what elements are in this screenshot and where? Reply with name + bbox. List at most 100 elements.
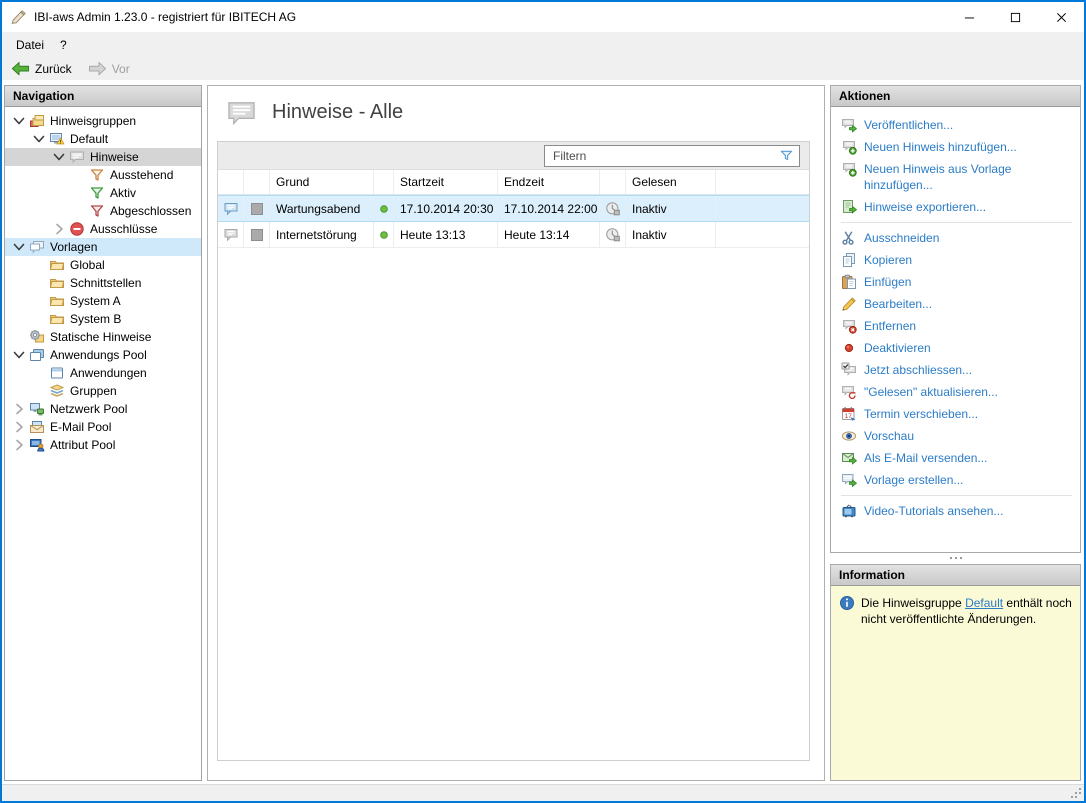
sidebar-item-label: Hinweise	[90, 150, 139, 164]
tv-icon	[841, 503, 857, 519]
action-label: Neuen Hinweis aus Vorlage hinzufügen...	[864, 161, 1072, 193]
chevron-right-icon[interactable]	[11, 401, 27, 417]
chevron-spacer	[31, 311, 47, 327]
sidebar-item-hinweise[interactable]: Hinweise	[5, 148, 201, 166]
cell-endzeit: 17.10.2014 22:00	[498, 196, 600, 221]
navigation-tree: HinweisgruppenDefaultHinweiseAusstehendA…	[5, 107, 201, 454]
navigation-panel: Navigation HinweisgruppenDefaultHinweise…	[4, 85, 202, 781]
sidebar-item-anwendungs-pool[interactable]: Anwendungs Pool	[5, 346, 201, 364]
action-label: Veröffentlichen...	[864, 117, 953, 133]
sidebar-item-gruppen[interactable]: Gruppen	[5, 382, 201, 400]
chevron-down-icon[interactable]	[51, 149, 67, 165]
menu-item-help[interactable]: ?	[52, 35, 75, 55]
back-button[interactable]: Zurück	[7, 60, 76, 77]
calendar-red-icon: 17	[841, 406, 857, 422]
forward-button[interactable]: Vor	[84, 60, 134, 77]
sidebar-item-label: System A	[70, 294, 121, 308]
cell-start-state	[374, 222, 394, 247]
chevron-right-icon[interactable]	[11, 437, 27, 453]
resize-grip[interactable]	[1069, 786, 1081, 798]
action-label: Jetzt abschliessen...	[864, 362, 972, 378]
action-entfernen[interactable]: Entfernen	[837, 315, 1076, 337]
table-row-internetstörung[interactable]: InternetstörungHeute 13:13Heute 13:14Ina…	[218, 222, 809, 248]
chevron-right-icon[interactable]	[51, 221, 67, 237]
action-hinweise-exportieren[interactable]: Hinweise exportieren...	[837, 196, 1076, 218]
action-vorschau[interactable]: Vorschau	[837, 425, 1076, 447]
chevron-spacer	[31, 383, 47, 399]
information-header: Information	[831, 565, 1080, 586]
menu-item-datei[interactable]: Datei	[8, 35, 52, 55]
panel-splitter[interactable]	[830, 554, 1081, 562]
funnel-green-icon	[89, 185, 105, 201]
information-text-before: Die Hinweisgruppe	[861, 596, 965, 610]
information-body: Die Hinweisgruppe Default enthält noch n…	[831, 586, 1080, 627]
folder-icon	[49, 257, 65, 273]
sidebar-item-abgeschlossen[interactable]: Abgeschlossen	[5, 202, 201, 220]
chevron-down-icon[interactable]	[31, 131, 47, 147]
sidebar-item-ausstehend[interactable]: Ausstehend	[5, 166, 201, 184]
action-kopieren[interactable]: Kopieren	[837, 249, 1076, 271]
table-row-wartungsabend[interactable]: Wartungsabend17.10.2014 20:3017.10.2014 …	[218, 195, 809, 222]
bubble-check-icon	[841, 362, 857, 378]
hint-list-region: Grund Startzeit Endzeit Gelesen Wartungs…	[217, 141, 810, 761]
col-status	[244, 170, 270, 194]
sidebar-item-anwendungen[interactable]: Anwendungen	[5, 364, 201, 382]
sidebar-item-label: Schnittstellen	[70, 276, 141, 290]
sidebar-item-label: Statische Hinweise	[50, 330, 151, 344]
sidebar-item-default[interactable]: Default	[5, 130, 201, 148]
actions-panel: Aktionen Veröffentlichen...Neuen Hinweis…	[830, 85, 1081, 553]
action-video-tutorials-ansehen[interactable]: Video-Tutorials ansehen...	[837, 500, 1076, 522]
action-veröffentlichen[interactable]: Veröffentlichen...	[837, 114, 1076, 136]
action-deaktivieren[interactable]: Deaktivieren	[837, 337, 1076, 359]
sidebar-item-system-b[interactable]: System B	[5, 310, 201, 328]
chevron-right-icon[interactable]	[11, 419, 27, 435]
col-endzeit[interactable]: Endzeit	[498, 170, 600, 194]
cell-status-square	[244, 222, 270, 247]
page-title: Hinweise - Alle	[272, 101, 403, 124]
default-group-link[interactable]: Default	[965, 596, 1003, 610]
sidebar-item-e-mail-pool[interactable]: E-Mail Pool	[5, 418, 201, 436]
action-ausschneiden[interactable]: Ausschneiden	[837, 227, 1076, 249]
back-arrow-icon	[11, 61, 30, 76]
chevron-down-icon[interactable]	[11, 347, 27, 363]
action-bearbeiten[interactable]: Bearbeiten...	[837, 293, 1076, 315]
action-jetzt-abschliessen[interactable]: Jetzt abschliessen...	[837, 359, 1076, 381]
sidebar-item-label: Abgeschlossen	[110, 204, 191, 218]
cell-gelesen: Inaktiv	[626, 196, 716, 221]
sidebar-item-schnittstellen[interactable]: Schnittstellen	[5, 274, 201, 292]
action-neuen-hinweis-hinzufügen[interactable]: Neuen Hinweis hinzufügen...	[837, 136, 1076, 158]
col-grund[interactable]: Grund	[270, 170, 374, 194]
sidebar-item-label: Attribut Pool	[50, 438, 115, 452]
sidebar-item-system-a[interactable]: System A	[5, 292, 201, 310]
paste-icon	[841, 274, 857, 290]
close-button[interactable]	[1038, 2, 1084, 32]
chevron-spacer	[71, 203, 87, 219]
sidebar-item-ausschlüsse[interactable]: Ausschlüsse	[5, 220, 201, 238]
chevron-down-icon[interactable]	[11, 113, 27, 129]
action-vorlage-erstellen[interactable]: Vorlage erstellen...	[837, 469, 1076, 491]
sidebar-item-netzwerk-pool[interactable]: Netzwerk Pool	[5, 400, 201, 418]
filter-input[interactable]	[547, 148, 779, 164]
menu-bar: Datei?	[2, 32, 1084, 57]
sidebar-item-label: Anwendungen	[70, 366, 147, 380]
sidebar-item-label: Netzwerk Pool	[50, 402, 127, 416]
action-einfügen[interactable]: Einfügen	[837, 271, 1076, 293]
sidebar-item-attribut-pool[interactable]: Attribut Pool	[5, 436, 201, 454]
sidebar-item-vorlagen[interactable]: Vorlagen	[5, 238, 201, 256]
maximize-button[interactable]	[992, 2, 1038, 32]
action-termin-verschieben[interactable]: 17Termin verschieben...	[837, 403, 1076, 425]
chevron-spacer	[71, 167, 87, 183]
content-area: Navigation HinweisgruppenDefaultHinweise…	[2, 80, 1084, 784]
filter-funnel-icon[interactable]	[779, 148, 794, 163]
sidebar-item-statische-hinweise[interactable]: Statische Hinweise	[5, 328, 201, 346]
action-neuen-hinweis-aus-vorlage-hinzufügen[interactable]: Neuen Hinweis aus Vorlage hinzufügen...	[837, 158, 1076, 196]
col-startzeit[interactable]: Startzeit	[394, 170, 498, 194]
action-gelesen-aktualisieren[interactable]: "Gelesen" aktualisieren...	[837, 381, 1076, 403]
col-gelesen[interactable]: Gelesen	[626, 170, 716, 194]
sidebar-item-hinweisgruppen[interactable]: Hinweisgruppen	[5, 112, 201, 130]
chevron-down-icon[interactable]	[11, 239, 27, 255]
sidebar-item-aktiv[interactable]: Aktiv	[5, 184, 201, 202]
sidebar-item-global[interactable]: Global	[5, 256, 201, 274]
action-als-e-mail-versenden[interactable]: Als E-Mail versenden...	[837, 447, 1076, 469]
minimize-button[interactable]	[946, 2, 992, 32]
